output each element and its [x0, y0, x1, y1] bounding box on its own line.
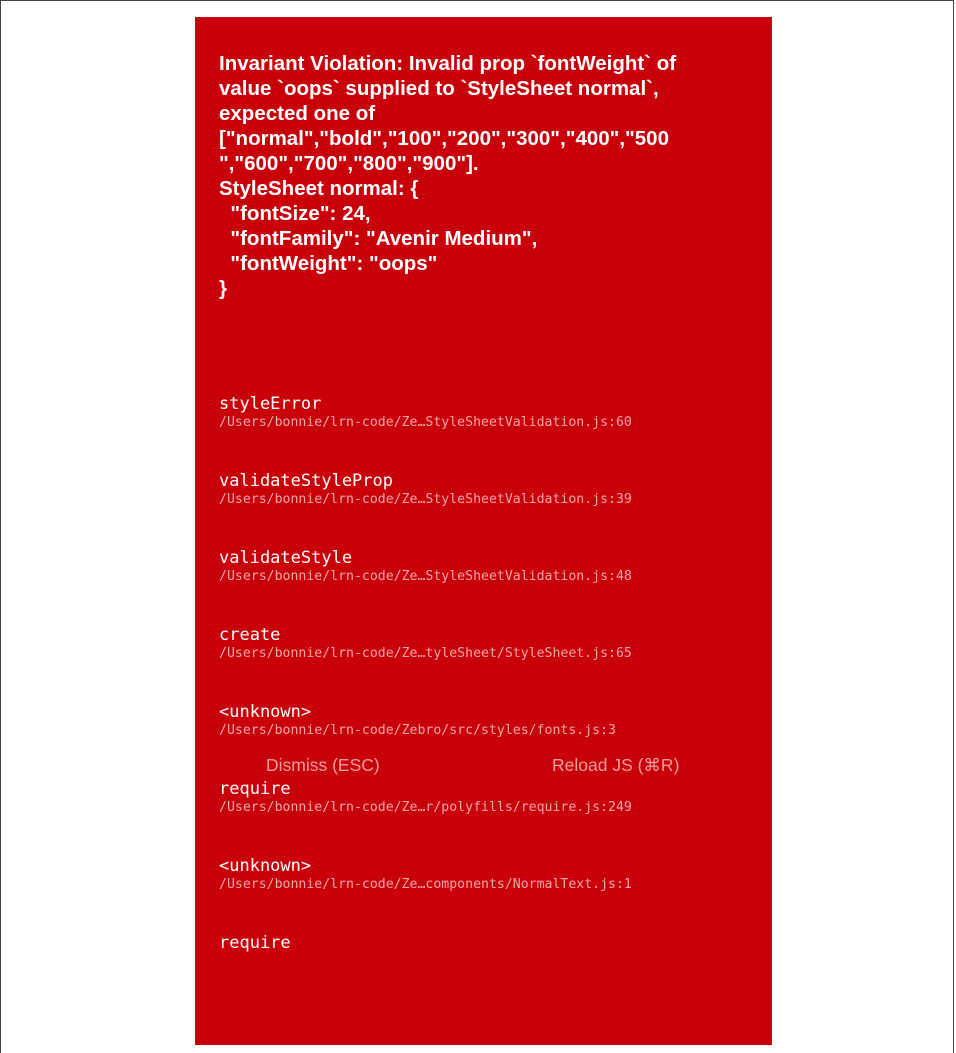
stack-frame-method: styleError — [219, 394, 322, 414]
stack-frame-file: /Users/bonnie/lrn-code/Zebro/src/styles/… — [219, 723, 616, 738]
button-bar: Dismiss (ESC) Reload JS (⌘R) — [195, 745, 772, 785]
stack-frame-file: /Users/bonnie/lrn-code/Ze…StyleSheetVali… — [219, 415, 632, 430]
stack-frame[interactable]: require — [219, 932, 759, 1009]
stack-frame-method: <unknown> — [219, 856, 312, 876]
stack-frame-file: /Users/bonnie/lrn-code/Ze…r/polyfills/re… — [219, 800, 632, 815]
reload-js-button[interactable]: Reload JS (⌘R) — [552, 745, 679, 785]
stack-frame-method: validateStyle — [219, 548, 353, 568]
redbox-error-screen: Invariant Violation: Invalid prop `fontW… — [195, 17, 772, 1045]
stack-frame[interactable]: validateStyle /Users/bonnie/lrn-code/Ze…… — [219, 547, 759, 624]
dismiss-button[interactable]: Dismiss (ESC) — [266, 745, 380, 785]
stack-frame[interactable]: styleError /Users/bonnie/lrn-code/Ze…Sty… — [219, 393, 759, 470]
stack-frame[interactable]: validateStyleProp /Users/bonnie/lrn-code… — [219, 470, 759, 547]
stack-frame-method: create — [219, 625, 281, 645]
stack-frame-file: /Users/bonnie/lrn-code/Ze…components/Nor… — [219, 877, 632, 892]
stack-frame-file: /Users/bonnie/lrn-code/Ze…StyleSheetVali… — [219, 569, 632, 584]
stack-frame-file: /Users/bonnie/lrn-code/Ze…tyleSheet/Styl… — [219, 646, 632, 661]
stack-frame[interactable]: create /Users/bonnie/lrn-code/Ze…tyleShe… — [219, 624, 759, 701]
stack-frame-method: <unknown> — [219, 702, 312, 722]
stack-frame-method: require — [219, 933, 291, 953]
error-message: Invariant Violation: Invalid prop `fontW… — [219, 52, 677, 300]
stack-frame[interactable]: <unknown> /Users/bonnie/lrn-code/Ze…comp… — [219, 855, 759, 932]
stack-trace: styleError /Users/bonnie/lrn-code/Ze…Sty… — [219, 393, 759, 1009]
stack-frame[interactable]: require /Users/bonnie/lrn-code/Ze…r/poly… — [219, 778, 759, 855]
stack-frame-method: validateStyleProp — [219, 471, 393, 491]
stack-frame-file: /Users/bonnie/lrn-code/Ze…StyleSheetVali… — [219, 492, 632, 507]
